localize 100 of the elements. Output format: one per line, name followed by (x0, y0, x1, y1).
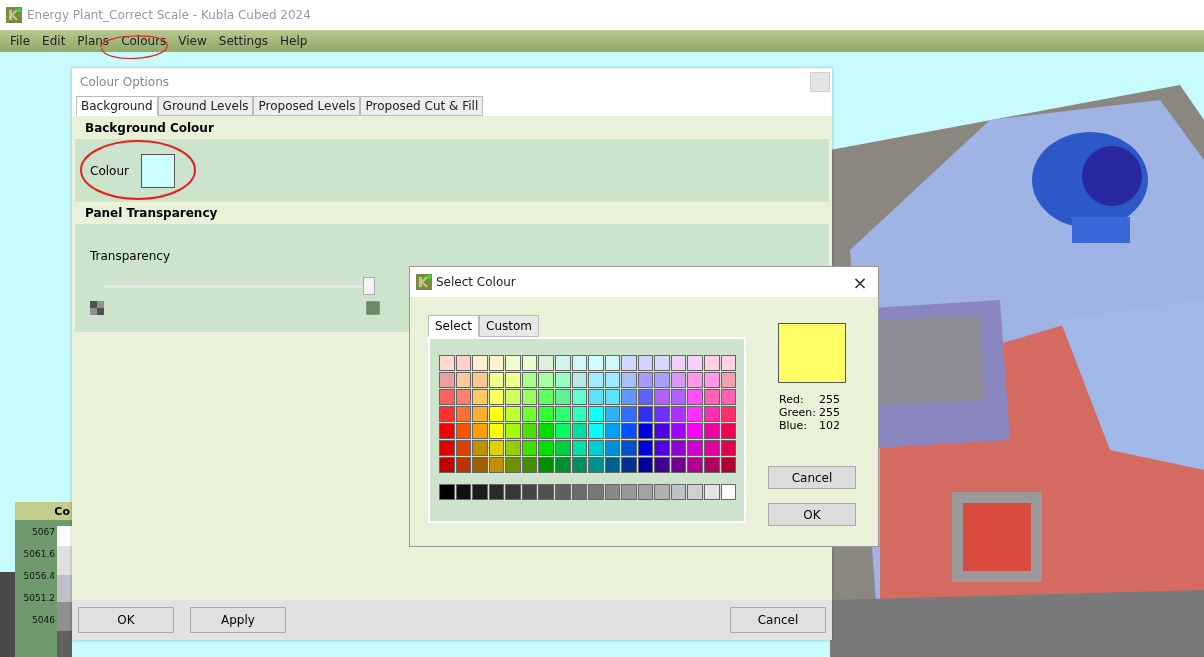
dialog-button[interactable]: OK (768, 503, 856, 526)
colour-swatch[interactable] (588, 406, 604, 422)
colour-swatch[interactable] (654, 484, 670, 500)
colour-swatch[interactable] (621, 389, 637, 405)
colour-swatch[interactable] (571, 423, 588, 439)
tab[interactable]: Select (428, 315, 480, 337)
colour-swatch[interactable] (439, 355, 455, 371)
colour-swatch[interactable] (704, 440, 720, 456)
colour-swatch[interactable] (455, 372, 472, 388)
colour-swatch[interactable] (621, 440, 637, 456)
colour-swatch[interactable] (488, 355, 505, 371)
colour-swatch[interactable] (488, 389, 505, 405)
colour-swatch[interactable] (637, 372, 654, 388)
colour-swatch[interactable] (720, 406, 737, 422)
colour-swatch[interactable] (439, 423, 455, 439)
colour-swatch[interactable] (505, 355, 521, 371)
colour-swatch[interactable] (439, 389, 455, 405)
colour-swatch[interactable] (439, 406, 455, 422)
colour-swatch[interactable] (720, 389, 737, 405)
colour-swatch[interactable] (654, 406, 670, 422)
colour-swatch[interactable] (554, 372, 571, 388)
colour-swatch[interactable] (670, 457, 687, 473)
colour-swatch[interactable] (505, 484, 521, 500)
colour-swatch[interactable] (621, 355, 637, 371)
colour-swatch[interactable] (687, 484, 703, 500)
colour-swatch[interactable] (604, 389, 621, 405)
colour-swatch[interactable] (621, 372, 637, 388)
colour-swatch[interactable] (472, 440, 488, 456)
colour-swatch[interactable] (505, 406, 521, 422)
colour-swatch[interactable] (670, 440, 687, 456)
colour-swatch[interactable] (687, 423, 703, 439)
colour-swatch[interactable] (505, 440, 521, 456)
colour-swatch[interactable] (720, 440, 737, 456)
colour-swatch[interactable] (720, 372, 737, 388)
colour-swatch[interactable] (588, 484, 604, 500)
colour-swatch[interactable] (472, 372, 488, 388)
colour-swatch[interactable] (554, 406, 571, 422)
colour-swatch[interactable] (538, 406, 554, 422)
colour-swatch[interactable] (720, 423, 737, 439)
colour-swatch[interactable] (455, 457, 472, 473)
colour-swatch[interactable] (670, 389, 687, 405)
colour-swatch[interactable] (521, 457, 538, 473)
colour-swatch[interactable] (521, 423, 538, 439)
close-button[interactable]: × (842, 270, 878, 294)
colour-swatch[interactable] (720, 355, 737, 371)
colour-swatch[interactable] (455, 440, 472, 456)
colour-swatch[interactable] (588, 389, 604, 405)
colour-swatch[interactable] (670, 484, 687, 500)
colour-swatch[interactable] (604, 406, 621, 422)
menu-item[interactable]: Help (274, 34, 314, 48)
colour-swatch[interactable] (670, 372, 687, 388)
colour-swatch[interactable] (604, 484, 621, 500)
colour-swatch[interactable] (538, 484, 554, 500)
colour-swatch[interactable] (704, 389, 720, 405)
colour-swatch[interactable] (439, 372, 455, 388)
colour-swatch[interactable] (704, 372, 720, 388)
colour-swatch[interactable] (654, 440, 670, 456)
tab[interactable]: Proposed Levels (253, 96, 361, 116)
colour-swatch[interactable] (521, 389, 538, 405)
colour-swatch[interactable] (439, 440, 455, 456)
colour-swatch[interactable] (505, 389, 521, 405)
dialog-button[interactable]: OK (78, 607, 174, 633)
colour-swatch[interactable] (521, 406, 538, 422)
colour-swatch[interactable] (488, 423, 505, 439)
colour-swatch[interactable] (687, 389, 703, 405)
tab[interactable]: Proposed Cut & Fill (360, 96, 484, 116)
colour-swatch[interactable] (571, 355, 588, 371)
colour-swatch[interactable] (488, 406, 505, 422)
colour-swatch[interactable] (488, 372, 505, 388)
tab[interactable]: Background (76, 96, 158, 116)
colour-swatch[interactable] (521, 440, 538, 456)
colour-swatch[interactable] (704, 406, 720, 422)
colour-swatch[interactable] (571, 457, 588, 473)
colour-swatch[interactable] (472, 389, 488, 405)
colour-swatch[interactable] (472, 484, 488, 500)
colour-swatch[interactable] (704, 457, 720, 473)
colour-swatch[interactable] (505, 423, 521, 439)
colour-swatch[interactable] (472, 355, 488, 371)
colour-swatch[interactable] (538, 457, 554, 473)
colour-swatch[interactable] (654, 423, 670, 439)
colour-swatch[interactable] (637, 406, 654, 422)
colour-swatch[interactable] (704, 423, 720, 439)
colour-swatch[interactable] (670, 406, 687, 422)
colour-swatch[interactable] (455, 423, 472, 439)
menu-item[interactable]: Plans (71, 34, 116, 48)
colour-swatch[interactable] (571, 372, 588, 388)
colour-swatch[interactable] (538, 440, 554, 456)
menu-item[interactable]: View (172, 34, 213, 48)
colour-swatch[interactable] (604, 440, 621, 456)
colour-swatch[interactable] (621, 406, 637, 422)
colour-swatch[interactable] (654, 355, 670, 371)
colour-swatch[interactable] (472, 423, 488, 439)
colour-swatch[interactable] (554, 457, 571, 473)
colour-swatch[interactable] (538, 372, 554, 388)
colour-swatch[interactable] (687, 457, 703, 473)
colour-swatch[interactable] (604, 423, 621, 439)
colour-swatch[interactable] (621, 423, 637, 439)
colour-swatch[interactable] (554, 440, 571, 456)
colour-swatch[interactable] (588, 457, 604, 473)
colour-swatch[interactable] (571, 484, 588, 500)
